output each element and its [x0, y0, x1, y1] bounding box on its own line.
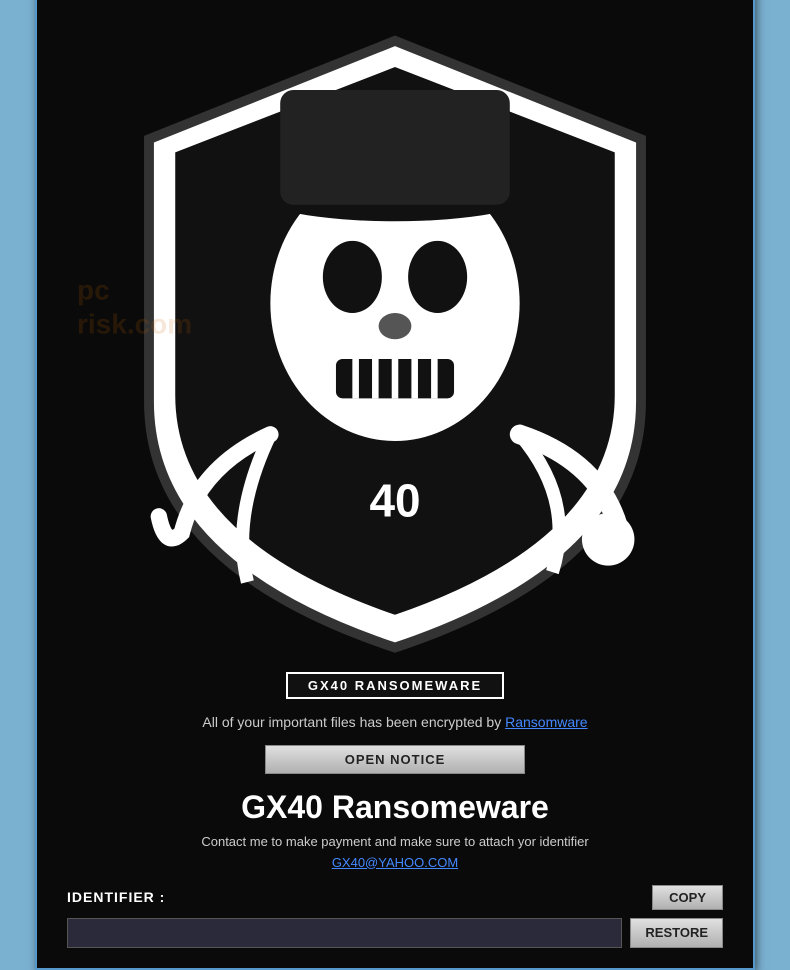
ransomware-link[interactable]: Ransomware: [505, 714, 587, 730]
skull-mascot: 40: [67, 8, 723, 664]
identifier-row: IDENTIFIER : COPY: [67, 885, 723, 910]
copy-button[interactable]: COPY: [652, 885, 723, 910]
banner-label: GX40 RANSOMEWARE: [286, 672, 504, 699]
identifier-label: IDENTIFIER :: [67, 889, 165, 905]
open-notice-button[interactable]: OPEN NOTICE: [265, 745, 525, 774]
description-text: All of your important files has been enc…: [67, 714, 723, 730]
email-link[interactable]: GX40@YAHOO.COM: [67, 855, 723, 870]
identifier-input[interactable]: [67, 918, 622, 948]
ransomware-window: GX40 - Ransomeware ✕ YOUR FILE HAS BEEN …: [35, 0, 755, 970]
restore-button[interactable]: RESTORE: [630, 918, 723, 948]
svg-text:40: 40: [369, 474, 420, 526]
gx40-logo-text: GX40: [265, 0, 525, 8]
contact-text: Contact me to make payment and make sure…: [67, 834, 723, 849]
ransomware-title: GX40 Ransomeware: [67, 789, 723, 826]
logo-container: pc risk.com GX40: [67, 0, 723, 699]
window-content: YOUR FILE HAS BEEN ENCRYPTE pc risk.com …: [37, 0, 753, 968]
restore-row: RESTORE: [67, 918, 723, 948]
